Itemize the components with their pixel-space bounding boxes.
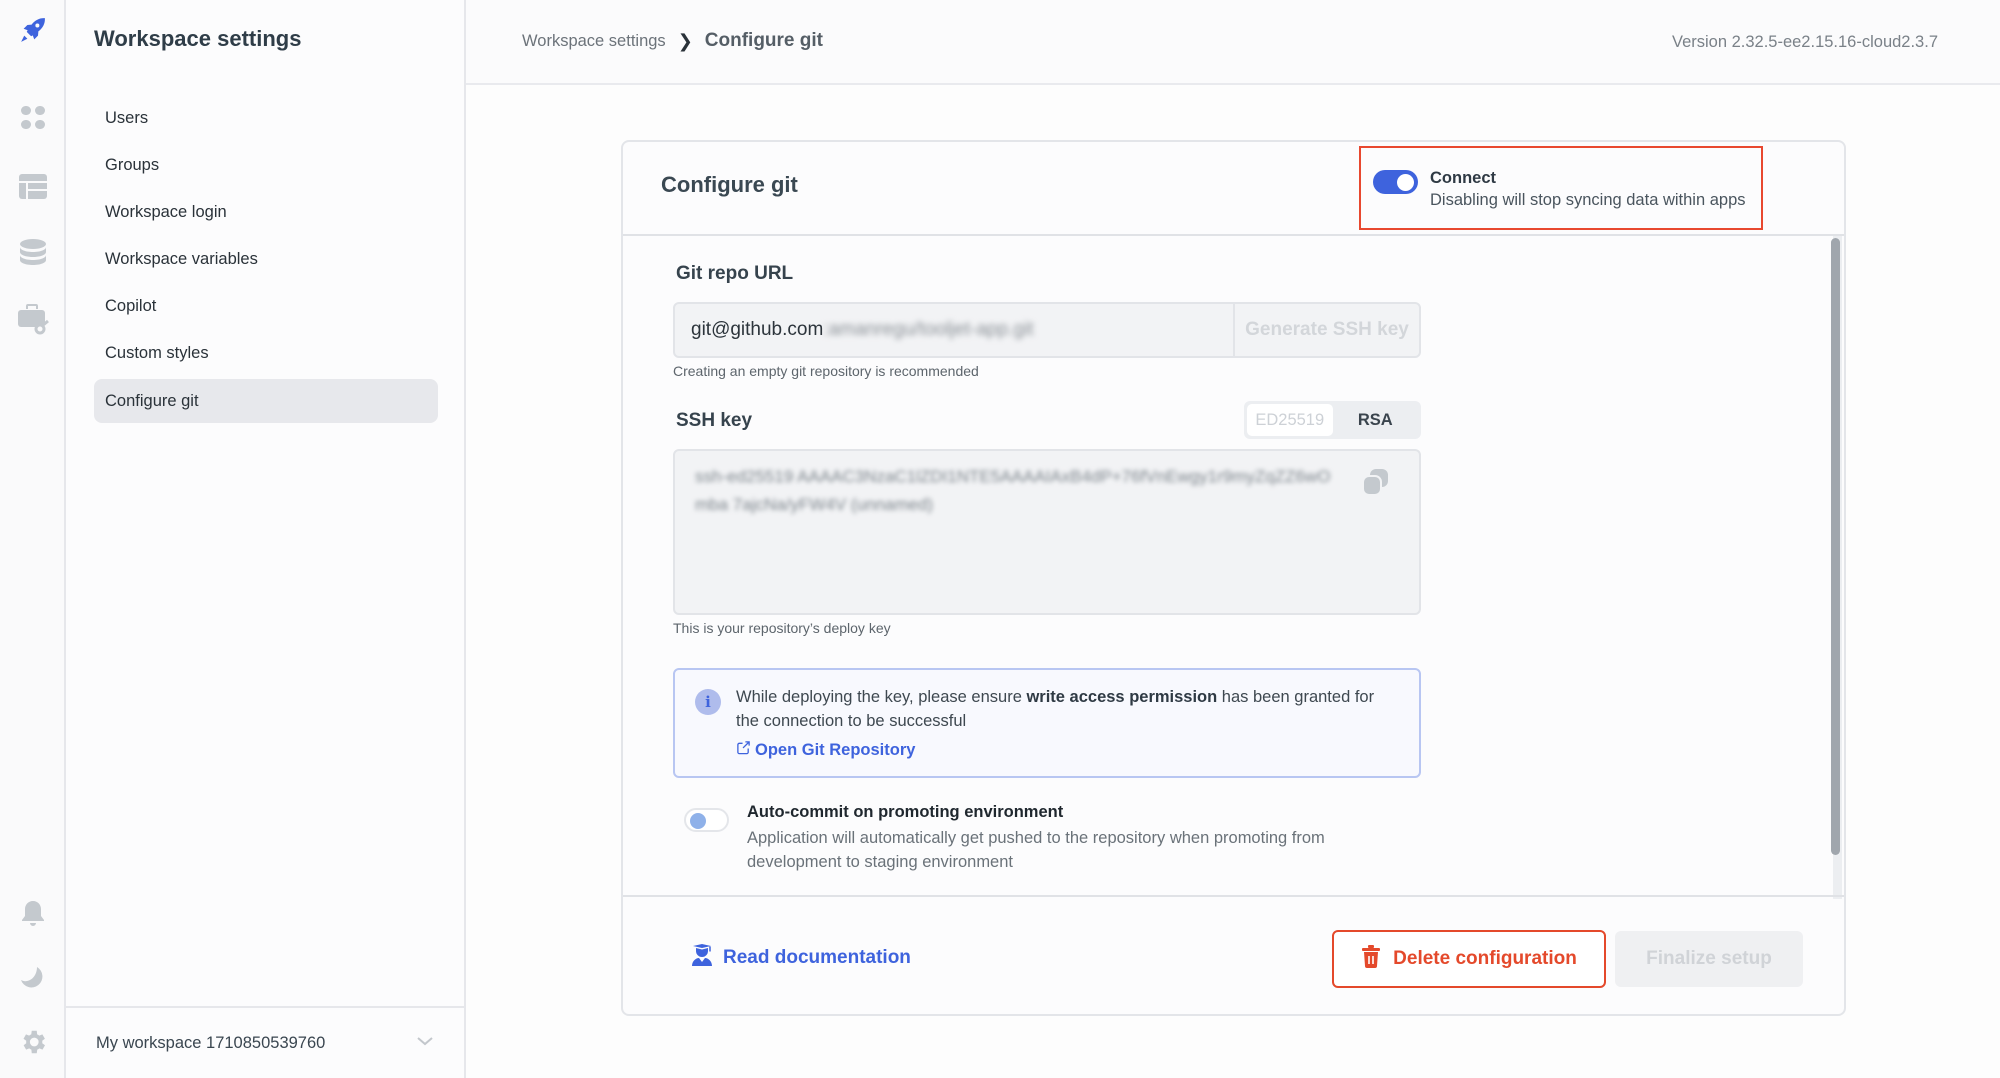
generate-ssh-key-button[interactable]: Generate SSH key	[1233, 304, 1419, 356]
open-git-repository-label: Open Git Repository	[755, 740, 916, 759]
repo-url-redacted: :amanregu/tooljet-app.git	[823, 319, 1034, 340]
scrollbar-track[interactable]	[1831, 236, 1842, 899]
ssh-type-rsa[interactable]: RSA	[1333, 404, 1419, 436]
card-title: Configure git	[661, 172, 798, 197]
workspace-selector[interactable]: My workspace 1710850539760	[66, 1006, 464, 1078]
page-header: Workspace settings ❯ Configure git Versi…	[466, 0, 2000, 85]
configure-git-card: Configure git Connect Disabling will sto…	[621, 140, 1846, 1016]
breadcrumb: Workspace settings ❯ Configure git	[522, 30, 823, 52]
sidebar-item-copilot[interactable]: Copilot	[94, 285, 438, 329]
sidebar-title: Workspace settings	[94, 26, 302, 51]
repo-url-value: git@github.com	[691, 319, 824, 340]
chevron-down-icon	[416, 1034, 434, 1052]
connect-label: Connect	[1430, 169, 1496, 187]
app-root: Workspace settings Users Groups Workspac…	[0, 0, 2000, 1078]
chevron-right-icon: ❯	[677, 30, 693, 51]
ssh-key-label: SSH key	[676, 410, 753, 431]
finalize-setup-button[interactable]: Finalize setup	[1615, 931, 1803, 987]
read-documentation-link[interactable]: Read documentation	[691, 943, 911, 973]
read-documentation-label: Read documentation	[723, 947, 911, 968]
connect-text: Connect Disabling will stop syncing data…	[1430, 169, 1746, 212]
scrollbar-thumb[interactable]	[1831, 238, 1840, 855]
repo-url-field: git@github.com:amanregu/tooljet-app.git …	[673, 302, 1421, 358]
breadcrumb-current: Configure git	[704, 30, 823, 51]
sidebar-item-groups[interactable]: Groups	[94, 143, 438, 187]
toggle-knob	[1397, 173, 1414, 191]
info-callout: i While deploying the key, please ensure…	[673, 668, 1421, 778]
info-text: While deploying the key, please ensure w…	[736, 685, 1376, 733]
delete-configuration-label: Delete configuration	[1393, 948, 1577, 969]
sidebar-item-workspace-login[interactable]: Workspace login	[94, 190, 438, 234]
open-git-repository-link[interactable]: Open Git Repository	[736, 740, 915, 760]
database-table-icon[interactable]	[17, 170, 49, 202]
auto-commit-description: Application will automatically get pushe…	[747, 829, 1325, 871]
workspace-name: My workspace 1710850539760	[96, 1033, 326, 1052]
sidebar-item-custom-styles[interactable]: Custom styles	[94, 332, 438, 376]
toggle-knob	[690, 813, 706, 829]
auto-commit-toggle[interactable]	[684, 808, 729, 832]
card-footer: Read documentation Delete configuration …	[623, 895, 1844, 1014]
repo-url-label: Git repo URL	[676, 263, 794, 284]
card-header: Configure git Connect Disabling will sto…	[623, 142, 1844, 236]
icon-rail	[0, 0, 66, 1078]
rocket-logo-icon[interactable]	[17, 14, 49, 46]
trash-icon	[1361, 944, 1381, 974]
workspace-constants-icon[interactable]	[17, 302, 49, 335]
settings-gear-icon[interactable]	[17, 1026, 49, 1058]
connect-toggle[interactable]	[1373, 170, 1418, 194]
sidebar-item-workspace-variables[interactable]: Workspace variables	[94, 238, 438, 282]
repo-url-input[interactable]: git@github.com:amanregu/tooljet-app.git	[675, 304, 1233, 356]
delete-configuration-button[interactable]: Delete configuration	[1332, 930, 1606, 988]
ssh-type-ed25519[interactable]: ED25519	[1247, 404, 1333, 436]
settings-menu: Users Groups Workspace login Workspace v…	[94, 96, 438, 426]
apps-grid-icon[interactable]	[17, 102, 49, 134]
info-icon: i	[695, 689, 721, 715]
graduation-cap-icon	[691, 943, 713, 973]
breadcrumb-root[interactable]: Workspace settings	[522, 32, 666, 51]
sidebar-item-users[interactable]: Users	[94, 96, 438, 140]
connect-description: Disabling will stop syncing data within …	[1430, 191, 1746, 209]
auto-commit-title: Auto-commit on promoting environment	[747, 803, 1064, 821]
external-link-icon	[736, 740, 751, 760]
copy-icon[interactable]	[1361, 467, 1391, 502]
settings-sidebar: Workspace settings Users Groups Workspac…	[66, 0, 466, 1078]
connect-toggle-section: Connect Disabling will stop syncing data…	[1359, 146, 1763, 230]
info-text-before: While deploying the key, please ensure	[736, 688, 1027, 706]
ssh-key-type-selector: ED25519 RSA	[1244, 401, 1421, 439]
dark-mode-moon-icon[interactable]	[17, 962, 49, 994]
ssh-key-hint: This is your repository’s deploy key	[673, 620, 891, 636]
card-body: Git repo URL git@github.com:amanregu/too…	[623, 236, 1844, 899]
info-text-bold: write access permission	[1026, 688, 1218, 706]
ssh-key-value: ssh-ed25519 AAAAC3NzaC1lZDI1NTE5AAAAIAxB…	[695, 467, 1331, 514]
notifications-bell-icon[interactable]	[17, 898, 49, 930]
version-label: Version 2.32.5-ee2.15.16-cloud2.3.7	[1671, 33, 1938, 51]
sidebar-item-configure-git[interactable]: Configure git	[94, 379, 438, 424]
data-sources-icon[interactable]	[17, 236, 49, 268]
repo-url-hint: Creating an empty git repository is reco…	[673, 363, 979, 379]
ssh-key-textarea[interactable]: ssh-ed25519 AAAAC3NzaC1lZDI1NTE5AAAAIAxB…	[673, 449, 1421, 615]
